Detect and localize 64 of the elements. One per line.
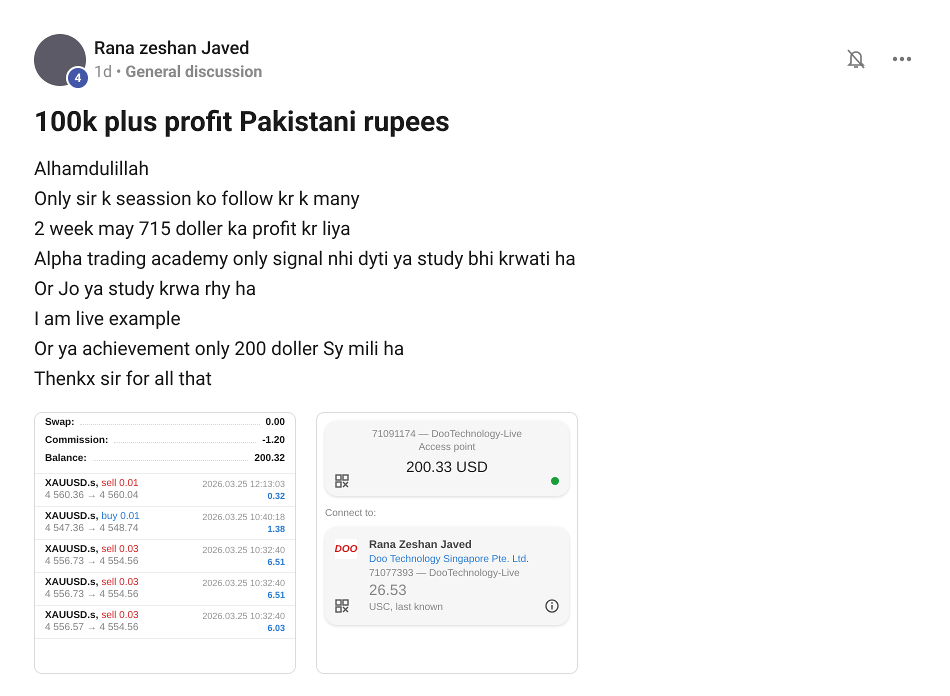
trade-prices: 4 556.73 → 4 554.56 [45, 589, 139, 601]
qr-code-icon[interactable] [335, 599, 349, 613]
trade-time: 2026.03.25 10:32:40 [202, 577, 285, 589]
trade-time: 2026.03.25 10:32:40 [202, 544, 285, 556]
trade-symbol: XAUUSD.s, [45, 478, 98, 490]
post-title: 100k plus profit Pakistani rupees [34, 104, 451, 140]
author-name[interactable]: Rana zeshan Javed [94, 37, 262, 61]
level-badge: 4 [66, 66, 90, 90]
trade-time: 2026.03.25 12:13:03 [202, 478, 285, 490]
trade-profit: 6.03 [267, 622, 285, 634]
qr-code-icon[interactable] [335, 474, 349, 488]
trade-prices: 4 556.57 → 4 554.56 [45, 622, 139, 634]
trade-symbol: XAUUSD.s, [45, 511, 98, 523]
account-number: 71091174 — DooTechnology-Live [372, 429, 522, 440]
post-text-line: Alhamdulillah [34, 156, 150, 182]
post-text-line: Alpha trading academy only signal nhi dyti ya study bhi krwati ha [34, 246, 577, 272]
post-text-line: I am live example [34, 306, 182, 332]
post-age: 1d [94, 61, 112, 83]
more-options-icon[interactable] [892, 56, 912, 62]
account-holder-name: Rana Zeshan Javed [369, 539, 473, 551]
trade-symbol: XAUUSD.s, [45, 610, 98, 622]
summary-label: Commission: [45, 435, 108, 446]
info-icon[interactable] [545, 599, 559, 613]
post-text-line: Thenkx sir for all that [34, 366, 213, 392]
trade-symbol: XAUUSD.s, [45, 577, 98, 589]
trade-time: 2026.03.25 10:40:18 [202, 511, 285, 523]
balance-note: USC, last known [369, 602, 444, 613]
account-balance: 26.53 [369, 582, 408, 599]
account-card[interactable]: DOO Rana Zeshan Javed Doo Technology Singapore Pte. Ltd. 71077393 — DooTechnology-Live 26.53 USC, last known [325, 527, 569, 625]
trade-order: sell 0.01 [101, 478, 139, 490]
trade-order: buy 0.01 [101, 511, 140, 523]
trade-order: sell 0.03 [101, 610, 139, 622]
trade-symbol: XAUUSD.s, [45, 544, 98, 556]
summary-value: -1.20 [262, 435, 285, 446]
trade-profit: 6.51 [267, 556, 285, 568]
bell-off-icon[interactable] [846, 48, 866, 70]
trade-profit: 0.32 [267, 490, 285, 502]
post-text-line: Or Jo ya study krwa rhy ha [34, 276, 258, 302]
access-point-label: Access point [418, 442, 476, 453]
broker-name: Doo Technology Singapore Pte. Ltd. [369, 554, 530, 565]
trade-prices: 4 556.73 → 4 554.56 [45, 556, 139, 568]
account-card[interactable]: 71091174 — DooTechnology-Live Access point 200.33 USD [325, 421, 569, 496]
post-text-line: Or ya achievement only 200 doller Sy mili ha [34, 336, 406, 362]
accounts-screenshot[interactable]: 71091174 — DooTechnology-Live Access point 200.33 USD Connect to: DOO Rana Zeshan Javed Doo Technology Singapore Pte. Ltd. 71077393 — DooTechnology-Live 26.53 USC, last known [316, 412, 578, 674]
avatar-photo-placeholder[interactable] [34, 34, 86, 86]
summary-label: Swap: [45, 417, 74, 428]
trade-order: sell 0.03 [101, 544, 139, 556]
summary-label: Balance: [45, 453, 87, 464]
post-text-line: Only sir k seassion ko follow kr k many [34, 186, 361, 212]
account-number: 71077393 — DooTechnology-Live [369, 568, 521, 579]
summary-value: 200.32 [254, 453, 285, 464]
separator-dot: • [116, 61, 122, 83]
connect-label: Connect to: [325, 508, 378, 519]
trade-history-screenshot[interactable] [34, 412, 296, 674]
account-balance: 200.33 USD [406, 459, 488, 476]
trade-profit: 6.51 [267, 589, 285, 601]
trade-prices: 4 547.36 → 4 548.74 [45, 523, 140, 535]
broker-logo: DOO [335, 539, 357, 559]
trade-profit: 1.38 [267, 523, 285, 535]
trade-prices: 4 560.36 → 4 560.04 [45, 490, 139, 502]
trade-order: sell 0.03 [101, 577, 139, 589]
trade-time: 2026.03.25 10:32:40 [202, 610, 285, 622]
post-text-line: 2 week may 715 doller ka profit kr liya [34, 216, 352, 242]
summary-value: 0.00 [266, 417, 285, 428]
